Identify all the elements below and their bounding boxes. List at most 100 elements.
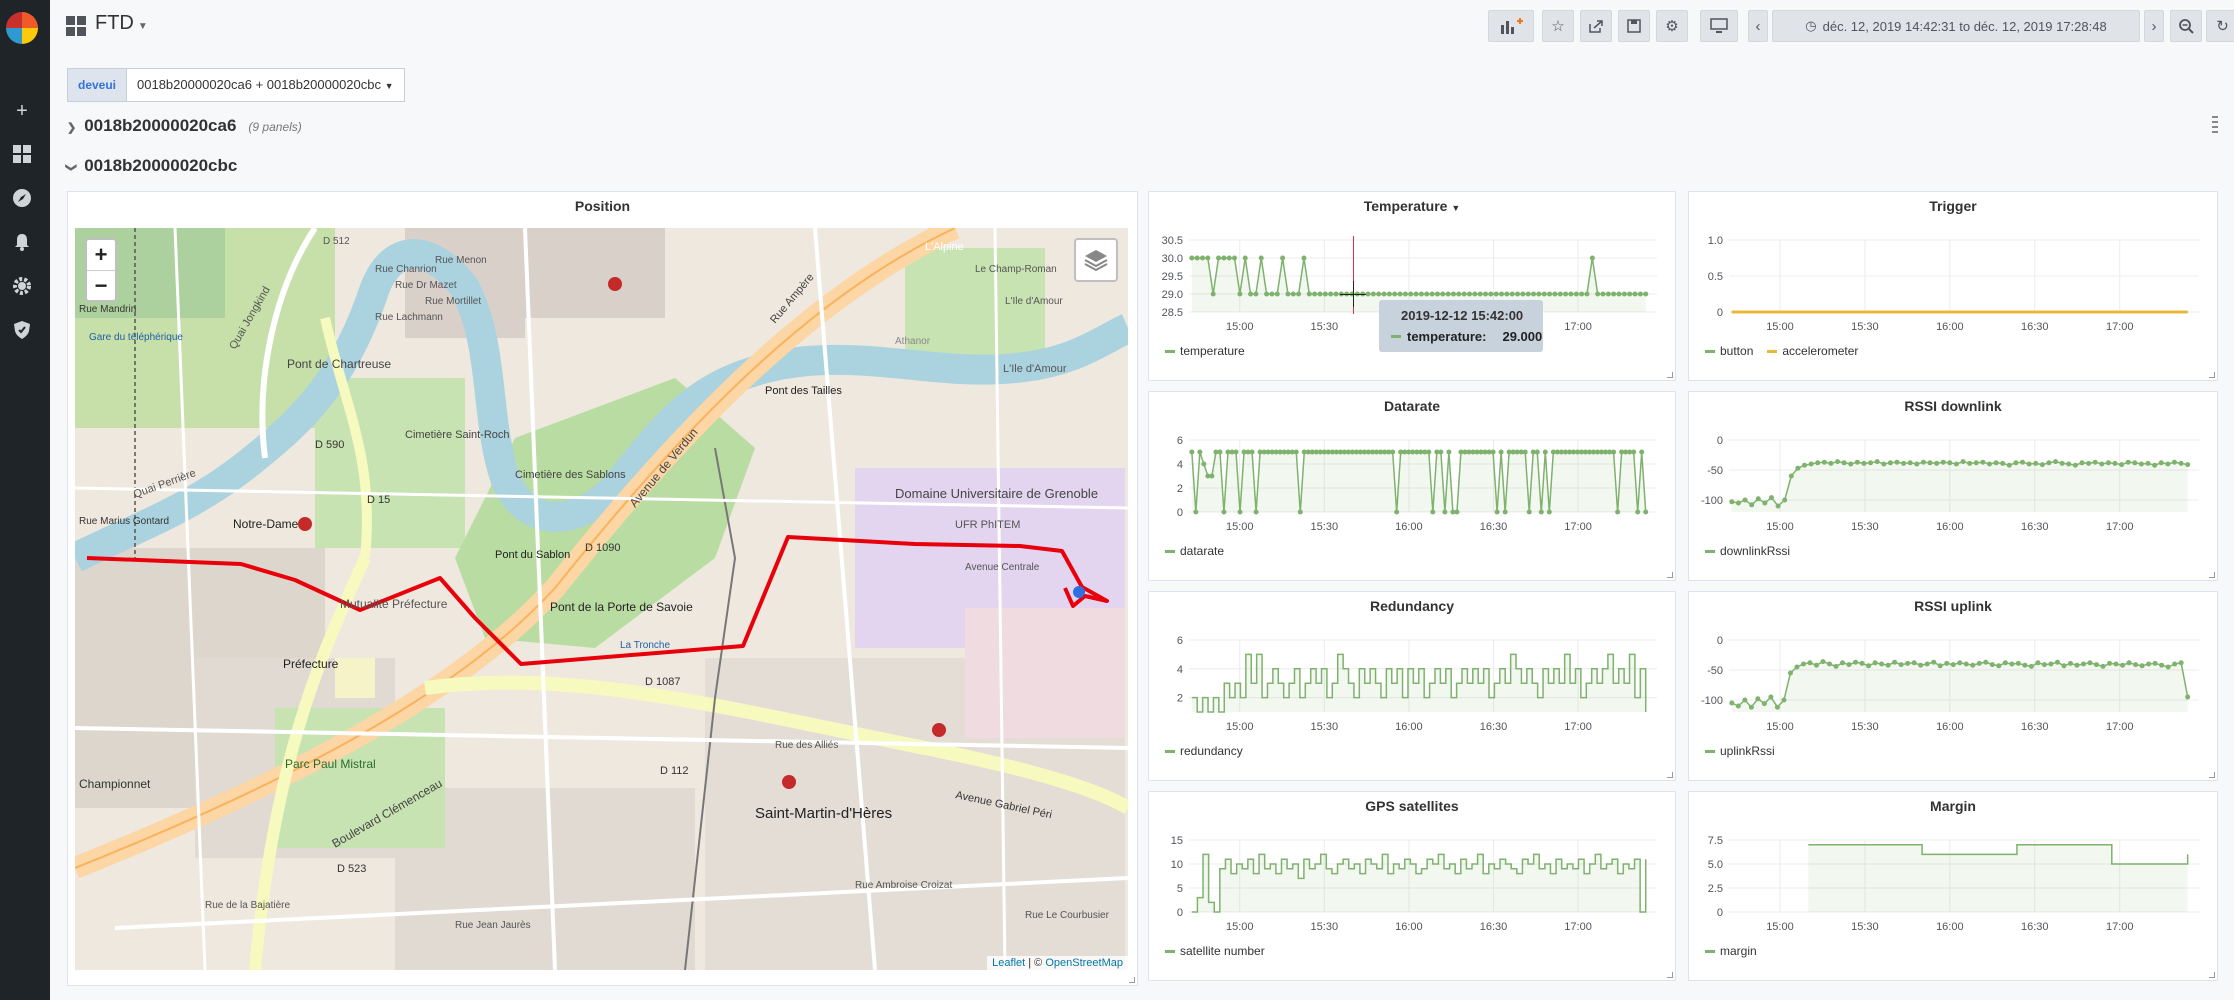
chevron-down-icon: ▼ <box>384 81 394 91</box>
row-drag-handle[interactable] <box>2212 116 2218 136</box>
refresh-button[interactable]: ↻▼ <box>2206 10 2234 42</box>
share-button[interactable] <box>1580 10 1612 42</box>
data-point <box>1542 449 1548 455</box>
zoom-out-button[interactable]: − <box>87 270 115 300</box>
data-point <box>2125 459 2131 465</box>
y-tick-label: 0 <box>1717 307 1723 319</box>
zoom-in-button[interactable]: + <box>87 240 115 270</box>
plus-icon[interactable]: + <box>11 100 33 122</box>
data-point <box>1944 660 1950 666</box>
y-tick-label: 2 <box>1177 693 1183 705</box>
series-area <box>1731 461 2188 512</box>
legend-item[interactable]: redundancy <box>1165 744 1243 758</box>
legend-item[interactable]: accelerometer <box>1767 344 1858 358</box>
chart-legend: uplinkRssi <box>1705 744 1775 758</box>
grafana-logo[interactable] <box>6 12 38 44</box>
save-icon <box>1627 19 1641 33</box>
data-point <box>1312 291 1318 297</box>
data-point <box>1781 697 1787 703</box>
legend-item[interactable]: datarate <box>1165 544 1224 558</box>
map-tiles[interactable]: D 512 Pont de Chartreuse Quai Jongkind R… <box>75 228 1128 970</box>
data-point <box>1821 459 1827 465</box>
panel-resize-handle[interactable] <box>1129 977 1135 983</box>
time-back-button[interactable]: ‹ <box>1748 10 1768 42</box>
monitor-icon <box>1710 18 1728 33</box>
x-tick-label: 16:30 <box>1480 721 1508 733</box>
data-point <box>1418 291 1424 297</box>
share-icon <box>1589 20 1603 33</box>
panel-resize-handle[interactable] <box>2209 772 2215 778</box>
explore-icon[interactable] <box>11 188 33 210</box>
row-header-collapsed[interactable]: ❯ 0018b20000020ca6 (9 panels) <box>67 116 302 136</box>
data-point <box>1989 662 1995 668</box>
add-panel-button[interactable] <box>1488 10 1534 42</box>
tv-mode-button[interactable] <box>1700 10 1738 42</box>
legend-label: button <box>1720 344 1754 358</box>
panel-title[interactable]: Position <box>68 198 1137 214</box>
data-point <box>1881 461 1887 467</box>
panel-resize-handle[interactable] <box>2209 972 2215 978</box>
star-button[interactable]: ☆ <box>1542 10 1574 42</box>
openstreetmap-link[interactable]: OpenStreetMap <box>1045 957 1123 969</box>
legend-item[interactable]: uplinkRssi <box>1705 744 1775 758</box>
legend-item[interactable]: downlinkRssi <box>1705 544 1790 558</box>
add-panel-icon <box>1501 18 1523 34</box>
y-tick-label: 0 <box>1717 635 1723 647</box>
data-point <box>2053 459 2059 465</box>
leaflet-link[interactable]: Leaflet <box>992 957 1025 969</box>
map-layers-button[interactable] <box>1074 238 1118 282</box>
time-forward-button[interactable]: › <box>2144 10 2164 42</box>
dashboard-title[interactable]: FTD ▼ <box>95 12 148 35</box>
map-view[interactable]: D 512 Pont de Chartreuse Quai Jongkind R… <box>75 228 1128 970</box>
panel-resize-handle[interactable] <box>2209 372 2215 378</box>
data-point <box>1813 662 1819 668</box>
map-label: D 112 <box>660 765 689 777</box>
variable-dropdown[interactable]: 0018b20000020ca6 + 0018b20000020cbc ▼ <box>126 68 405 102</box>
map-label: L'Alpine <box>925 241 964 253</box>
data-point <box>1557 291 1563 297</box>
map-label: Préfecture <box>283 657 339 671</box>
panel-resize-handle[interactable] <box>1667 772 1673 778</box>
row-header-expanded[interactable]: ❯ 0018b20000020cbc <box>65 156 237 176</box>
x-tick-label: 16:00 <box>1936 921 1964 933</box>
data-point <box>1861 460 1867 466</box>
data-point <box>1947 460 1953 466</box>
legend-item[interactable]: button <box>1705 344 1753 358</box>
datarate-chart[interactable]: 0 2 4 6 15:00 15:30 16:00 16:30 17:00 <box>1149 392 1677 582</box>
time-range-text: déc. 12, 2019 14:42:31 to déc. 12, 2019 … <box>1822 18 2107 34</box>
data-point <box>2033 460 2039 466</box>
map-label: Pont du Sablon <box>495 549 570 561</box>
data-point <box>1445 291 1451 297</box>
data-point <box>1615 509 1621 515</box>
legend-item[interactable]: margin <box>1705 944 1757 958</box>
data-point <box>2172 661 2178 667</box>
time-picker-button[interactable]: ◷ déc. 12, 2019 14:42:31 to déc. 12, 201… <box>1772 10 2140 42</box>
x-tick-label: 15:30 <box>1311 321 1339 333</box>
data-point <box>2087 660 2093 666</box>
panel-resize-handle[interactable] <box>1667 572 1673 578</box>
panel-resize-handle[interactable] <box>2209 572 2215 578</box>
data-point <box>1430 509 1436 515</box>
legend-item[interactable]: temperature <box>1165 344 1245 358</box>
data-point <box>1522 449 1528 455</box>
panel-resize-handle[interactable] <box>1667 372 1673 378</box>
x-tick-label: 16:00 <box>1395 721 1423 733</box>
data-point <box>1573 291 1579 297</box>
gps-satellites-panel: GPS satellites 0 5 10 15 15:00 15:30 16:00 16:3… <box>1148 791 1676 981</box>
shield-icon[interactable] <box>11 320 33 342</box>
settings-button[interactable]: ⚙ <box>1656 10 1688 42</box>
panel-resize-handle[interactable] <box>1667 972 1673 978</box>
save-button[interactable] <box>1618 10 1650 42</box>
data-point <box>2139 663 2145 669</box>
data-point <box>1493 291 1499 297</box>
bell-icon[interactable] <box>11 232 33 254</box>
zoom-out-button[interactable] <box>2170 10 2202 42</box>
margin-chart[interactable]: 0 2.5 5.0 7.5 15:00 15:30 16:00 16:30 17:00 <box>1689 792 2219 982</box>
legend-item[interactable]: satellite number <box>1165 944 1265 958</box>
data-point <box>1846 662 1852 668</box>
gear-icon[interactable] <box>11 276 33 298</box>
data-point <box>2112 460 2118 466</box>
data-point <box>2158 460 2164 466</box>
dashboards-icon[interactable] <box>11 144 33 166</box>
x-tick-label: 17:00 <box>2106 521 2134 533</box>
